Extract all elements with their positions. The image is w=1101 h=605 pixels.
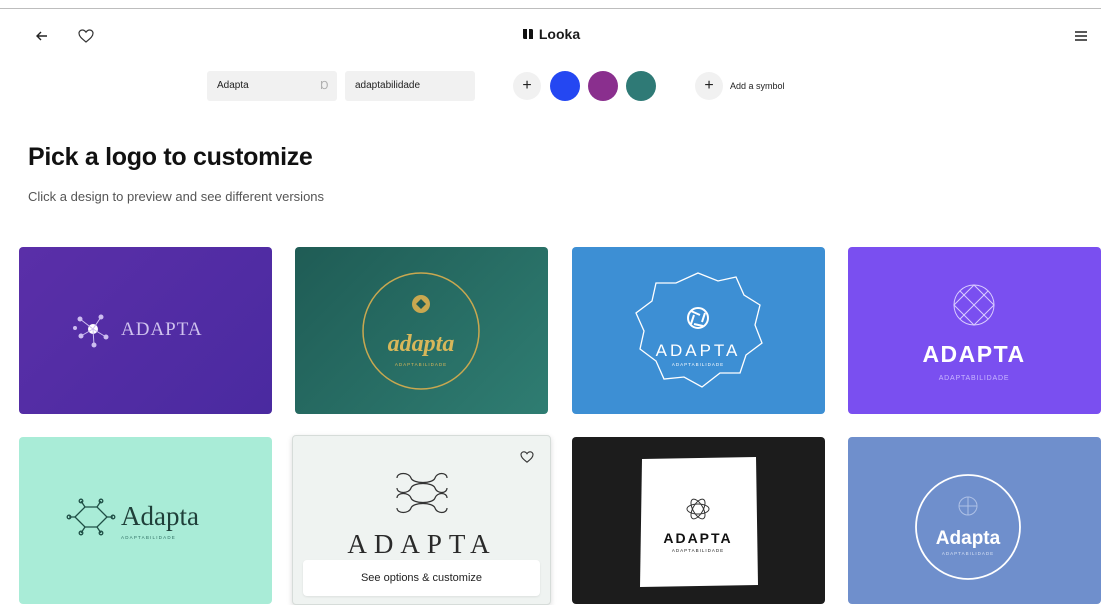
card-brand-text: Adapta <box>936 528 1001 549</box>
card-tagline: ADAPTABILIDADE <box>672 548 724 553</box>
see-options-button[interactable]: See options & customize <box>303 560 540 596</box>
plus-icon: + <box>522 77 532 94</box>
add-color-button[interactable]: + <box>513 72 541 100</box>
logo-card-4[interactable]: ADAPTA ADAPTABILIDADE <box>848 247 1101 414</box>
logo-card-2[interactable]: adapta ADAPTABILIDADE <box>295 247 548 414</box>
card-tagline: ADAPTABILIDADE <box>121 535 176 540</box>
add-symbol-button[interactable]: + <box>695 72 723 100</box>
brand-name: Looka <box>538 26 581 42</box>
page-title: Pick a logo to customize <box>28 143 313 171</box>
logo-preview: ADAPTA ADAPTABILIDADE <box>922 284 1025 382</box>
top-divider <box>0 8 1101 9</box>
card-brand-text: ADAPTA <box>656 341 741 360</box>
card-brand-text: ADAPTA <box>922 341 1025 367</box>
logo-preview: Adapta ADAPTABILIDADE <box>915 474 1021 580</box>
plus-icon: + <box>704 77 714 94</box>
logo-card-3[interactable]: ADAPTA ADAPTABILIDADE <box>572 247 825 414</box>
card-brand-text: ADAPTA <box>663 530 732 546</box>
molecule-symbol-icon <box>73 314 109 348</box>
slogan-input[interactable]: adaptabilidade <box>345 71 475 101</box>
hamburger-menu-icon[interactable] <box>1069 24 1093 48</box>
logo-card-6[interactable]: ADAPTA See options & customize <box>292 435 551 605</box>
logo-card-5[interactable]: Adapta ADAPTABILIDADE <box>19 437 272 604</box>
text-cursor-icon: Ɒ <box>320 80 329 92</box>
logo-preview: ADAPTA <box>73 314 203 348</box>
logo-card-1[interactable]: ADAPTA <box>19 247 272 414</box>
card-tagline: ADAPTABILIDADE <box>939 375 1010 382</box>
color-swatch-purple[interactable] <box>588 71 618 101</box>
favorite-heart-icon[interactable] <box>518 448 536 466</box>
badge-frame-icon <box>635 272 763 388</box>
add-symbol-label[interactable]: Add a symbol <box>730 71 785 101</box>
aperture-symbol-icon <box>687 307 709 329</box>
top-header: Looka <box>0 14 1101 58</box>
card-tagline: ADAPTABILIDADE <box>672 362 724 367</box>
slogan-value: adaptabilidade <box>355 80 421 91</box>
company-name-value: Adapta <box>217 80 249 91</box>
globe-symbol-icon <box>958 496 978 516</box>
logo-preview: ADAPTA ADAPTABILIDADE <box>635 272 763 388</box>
color-swatch-blue[interactable] <box>550 71 580 101</box>
card-brand-text: ADAPTA <box>121 319 203 340</box>
logo-preview: adapta ADAPTABILIDADE <box>362 272 480 390</box>
card-tagline: ADAPTABILIDADE <box>395 362 447 367</box>
logo-card-7[interactable]: ADAPTA ADAPTABILIDADE <box>572 437 825 604</box>
white-label-panel <box>640 457 758 587</box>
infinity-loop-icon <box>396 472 448 514</box>
card-brand-text: ADAPTA <box>347 529 496 559</box>
card-brand-text: adapta <box>388 331 455 357</box>
color-swatch-teal[interactable] <box>626 71 656 101</box>
brand-logo[interactable]: Looka <box>0 26 1101 42</box>
card-brand-text: Adapta <box>121 501 199 531</box>
page-subtitle: Click a design to preview and see differ… <box>28 189 325 204</box>
diamond-badge-icon <box>412 295 430 313</box>
circuit-brain-icon <box>66 498 116 536</box>
geometric-globe-icon <box>953 284 995 326</box>
logo-preview: ADAPTA ADAPTABILIDADE <box>640 457 758 587</box>
company-name-input[interactable]: Adapta Ɒ <box>207 71 337 101</box>
logo-card-8[interactable]: Adapta ADAPTABILIDADE <box>848 437 1101 604</box>
logo-settings-toolbar: Adapta Ɒ adaptabilidade + + Add a symbol <box>0 71 1101 103</box>
looka-mark-icon <box>522 29 533 39</box>
logo-preview: Adapta ADAPTABILIDADE <box>66 498 199 540</box>
ring-frame-icon <box>915 474 1021 580</box>
card-tagline: ADAPTABILIDADE <box>942 551 994 556</box>
